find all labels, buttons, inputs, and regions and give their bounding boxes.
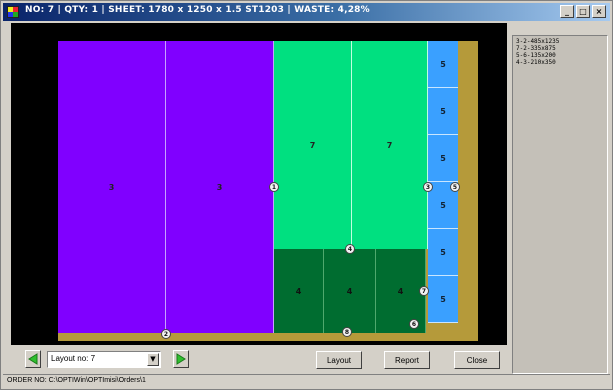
piece-5f[interactable]: 5	[428, 276, 458, 323]
window-title: NO: 7 | QTY: 1 | SHEET: 1780 x 1250 x 1.…	[25, 5, 370, 15]
layout-canvas[interactable]: 3 3 7 7 4 4 4 5 5 5 5 5 5 1 2 3 4 5 6 7 …	[11, 23, 507, 345]
main-window: NO: 7 | QTY: 1 | SHEET: 1780 x 1250 x 1.…	[0, 0, 613, 390]
status-text: ORDER NO: C:\OPTIWin\OPTImisi\Orders\1	[7, 377, 146, 384]
close-window-button[interactable]: ×	[592, 5, 606, 18]
cut-marker[interactable]: 3	[423, 182, 433, 192]
cut-marker[interactable]: 1	[269, 182, 279, 192]
piece-4b[interactable]: 4	[324, 249, 376, 333]
legend-line: 5-6-135x200	[516, 52, 556, 59]
piece-5e[interactable]: 5	[428, 229, 458, 276]
close-button[interactable]: Close	[454, 351, 500, 369]
piece-3b[interactable]: 3	[166, 41, 274, 333]
piece-4a[interactable]: 4	[274, 249, 324, 333]
piece-7b[interactable]: 7	[352, 41, 428, 249]
sheet: 3 3 7 7 4 4 4 5 5 5 5 5 5 1 2 3 4 5 6 7 …	[58, 41, 478, 341]
pieces-legend-panel: 3-2-485x1235 7-2-335x875 5-6-135x200 4-3…	[512, 35, 608, 374]
piece-3a[interactable]: 3	[58, 41, 166, 333]
arrow-left-icon	[28, 353, 38, 365]
status-bar: ORDER NO: C:\OPTIWin\OPTImisi\Orders\1	[3, 374, 610, 388]
cut-marker[interactable]: 4	[345, 244, 355, 254]
cut-marker[interactable]: 2	[161, 329, 171, 339]
minimize-button[interactable]: _	[560, 5, 574, 18]
cut-marker[interactable]: 6	[409, 319, 419, 329]
app-icon	[7, 6, 19, 18]
arrow-right-icon	[176, 353, 186, 365]
legend-line: 4-3-210x350	[516, 59, 556, 66]
layout-select[interactable]: Layout no: 7 ▼	[47, 351, 161, 368]
cut-marker[interactable]: 8	[342, 327, 352, 337]
chevron-down-icon[interactable]: ▼	[147, 353, 159, 366]
legend-line: 3-2-485x1235	[516, 38, 560, 45]
title-bar[interactable]: NO: 7 | QTY: 1 | SHEET: 1780 x 1250 x 1.…	[3, 3, 610, 21]
layout-button[interactable]: Layout	[316, 351, 362, 369]
piece-5a[interactable]: 5	[428, 41, 458, 88]
window-controls: _ □ ×	[560, 5, 606, 18]
piece-5b[interactable]: 5	[428, 88, 458, 135]
next-layout-button[interactable]	[173, 350, 189, 368]
cut-marker[interactable]: 7	[419, 286, 429, 296]
layout-select-value: Layout no: 7	[51, 354, 96, 363]
piece-7a[interactable]: 7	[274, 41, 352, 249]
report-button[interactable]: Report	[384, 351, 430, 369]
piece-5c[interactable]: 5	[428, 135, 458, 182]
maximize-button[interactable]: □	[576, 5, 590, 18]
previous-layout-button[interactable]	[25, 350, 41, 368]
legend-line: 7-2-335x875	[516, 45, 556, 52]
cut-marker[interactable]: 5	[450, 182, 460, 192]
